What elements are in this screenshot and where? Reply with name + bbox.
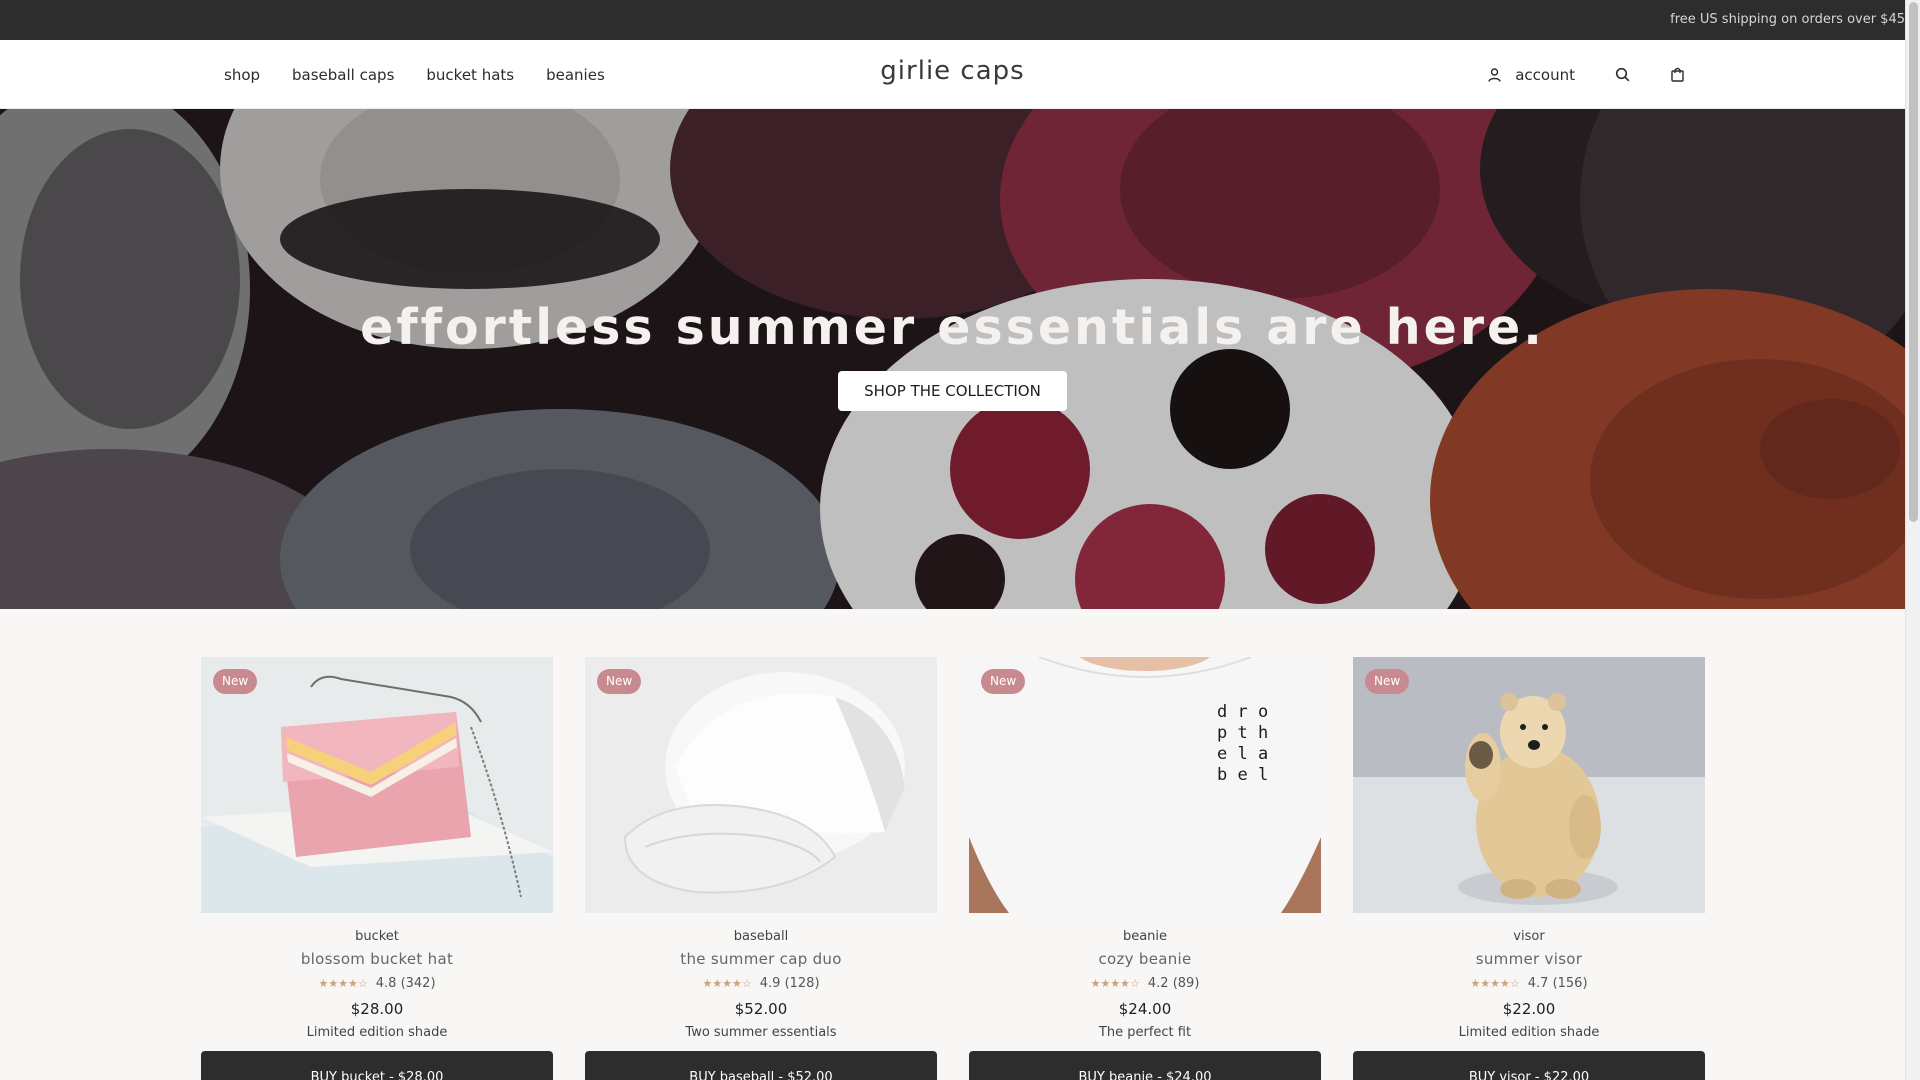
product-category: beanie [1122,929,1168,944]
rating-text: 4.9 (128) [759,976,820,991]
product-image-bear[interactable]: New [1353,657,1705,913]
product-card[interactable]: New visor summer visor ★★★★☆ 4.7 (156) $… [1353,657,1705,1080]
announcement-bar: free US shipping on orders over $45 [0,0,1905,40]
product-card[interactable]: New baseball the summer cap duo ★★★★☆ 4.… [585,657,937,1080]
product-image-handbag[interactable]: New [201,657,553,913]
site-header: shop baseball caps bucket hats beanies g… [0,40,1905,109]
header-actions: account [1488,40,1685,109]
product-category: baseball [733,929,789,944]
product-rating: ★★★★☆ 4.8 (342) [201,976,553,991]
cart-button[interactable] [1670,67,1685,82]
tshirt-print-line2: p t h [1217,723,1268,743]
product-note: Two summer essentials [685,1025,837,1040]
product-image-tshirt[interactable]: d r o p t h e l a b e l New [969,657,1321,913]
page-scrollbar[interactable] [1905,0,1920,1080]
new-badge: New [597,669,642,694]
buy-button[interactable]: BUY beanie - $24.00 [969,1051,1321,1080]
hero-hats-image [0,109,1905,609]
product-note: Limited edition shade [1458,1025,1600,1040]
tshirt-print-line4: b e l [1217,765,1268,785]
announcement-text: free US shipping on orders over $45 [1670,12,1905,27]
buy-button[interactable]: BUY visor - $22.00 [1353,1051,1705,1080]
product-name[interactable]: cozy beanie [969,950,1321,968]
white-tshirt-image: d r o p t h e l a b e l [969,657,1321,913]
search-button[interactable] [1615,67,1630,82]
product-name[interactable]: summer visor [1353,950,1705,968]
product-note: Limited edition shade [306,1025,448,1040]
buy-button[interactable]: BUY bucket - $28.00 [201,1051,553,1080]
nav-baseball-caps[interactable]: baseball caps [292,66,394,84]
rating-text: 4.2 (89) [1147,976,1200,991]
buy-button[interactable]: BUY baseball - $52.00 [585,1051,937,1080]
main-nav: shop baseball caps bucket hats beanies [224,40,637,109]
product-price: $24.00 [1118,1000,1172,1018]
product-price: $28.00 [350,1000,404,1018]
product-category: bucket [355,929,399,944]
product-price: $52.00 [734,1000,788,1018]
shop-collection-button[interactable]: SHOP THE COLLECTION [838,371,1067,411]
hero-banner: effortless summer essentials are here. S… [0,109,1905,609]
bag-icon [1671,67,1684,82]
tshirt-print-line3: e l a [1217,744,1268,764]
product-name[interactable]: the summer cap duo [585,950,937,968]
nav-bucket-hats[interactable]: bucket hats [426,66,514,84]
star-rating-icons: ★★★★☆ [702,977,752,990]
polar-bear-image [1353,657,1705,913]
account-link[interactable]: account [1488,66,1575,84]
product-note: The perfect fit [1098,1025,1192,1040]
product-rating: ★★★★☆ 4.7 (156) [1353,976,1705,991]
tshirt-print-line1: d r o [1217,702,1268,722]
search-icon [1615,67,1630,82]
star-rating-icons: ★★★★☆ [1090,977,1140,990]
nav-shop[interactable]: shop [224,66,260,84]
product-rating: ★★★★☆ 4.9 (128) [585,976,937,991]
product-card[interactable]: New bucket blossom bucket hat ★★★★☆ 4.8 … [201,657,553,1080]
rating-text: 4.8 (342) [375,976,436,991]
product-name[interactable]: blossom bucket hat [201,950,553,968]
site-logo[interactable]: girlie caps [880,56,1024,86]
product-grid: New bucket blossom bucket hat ★★★★☆ 4.8 … [201,657,1705,1080]
user-icon [1488,67,1501,82]
pink-handbag-image [201,657,553,913]
star-rating-icons: ★★★★☆ [1470,977,1520,990]
product-image-cap[interactable]: New [585,657,937,913]
star-rating-icons: ★★★★☆ [318,977,368,990]
nav-beanies[interactable]: beanies [546,66,605,84]
product-category: visor [1513,929,1545,944]
new-badge: New [213,669,258,694]
product-price: $22.00 [1502,1000,1556,1018]
product-card[interactable]: d r o p t h e l a b e l New beanie cozy … [969,657,1321,1080]
new-badge: New [981,669,1026,694]
product-rating: ★★★★☆ 4.2 (89) [969,976,1321,991]
account-label: account [1515,65,1575,84]
rating-text: 4.7 (156) [1527,976,1588,991]
white-trucker-cap-image [585,657,937,913]
scrollbar-thumb[interactable] [1909,2,1918,522]
new-badge: New [1365,669,1410,694]
hero-title: effortless summer essentials are here. [360,299,1545,356]
